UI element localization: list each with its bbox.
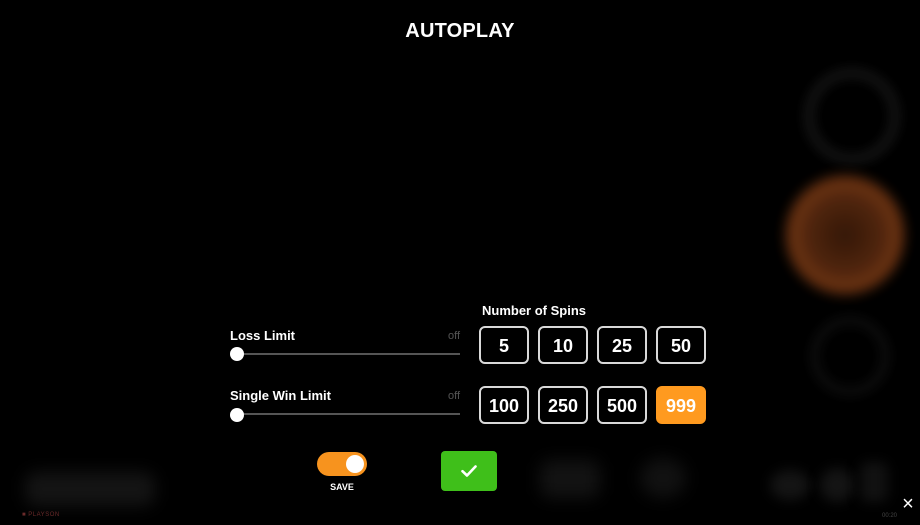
game-clock: 00:20 — [882, 513, 898, 519]
spins-option-500[interactable]: 500 — [597, 386, 647, 424]
blurred-settings-button — [806, 70, 898, 162]
save-toggle[interactable] — [317, 452, 367, 476]
blurred-home-button — [860, 462, 888, 502]
loss-limit-handle[interactable] — [230, 347, 244, 361]
single-win-limit-handle[interactable] — [230, 408, 244, 422]
save-toggle-knob — [346, 455, 364, 473]
blurred-autoplay-button — [812, 318, 888, 394]
blurred-bet-panel — [540, 460, 600, 498]
single-win-limit-value: off — [447, 390, 460, 402]
page-title: AUTOPLAY — [405, 20, 515, 42]
provider-logo: ■ PLAYSON — [22, 512, 60, 518]
blurred-info-button — [640, 458, 686, 498]
spins-option-5[interactable]: 5 — [479, 326, 529, 364]
close-icon[interactable]: × — [898, 494, 918, 514]
spins-option-100[interactable]: 100 — [479, 386, 529, 424]
number-of-spins-label: Number of Spins — [482, 303, 587, 318]
single-win-limit-slider[interactable]: Single Win Limit off — [230, 388, 460, 424]
spins-option-10[interactable]: 10 — [538, 326, 588, 364]
blurred-balance-panel — [25, 472, 155, 506]
blurred-game-background — [0, 0, 920, 525]
blurred-sound-button — [770, 470, 810, 500]
save-label: SAVE — [330, 482, 354, 492]
blurred-spin-button — [785, 175, 905, 295]
loss-limit-slider[interactable]: Loss Limit off — [230, 328, 460, 361]
confirm-button[interactable] — [441, 451, 497, 491]
check-icon — [461, 465, 477, 477]
spins-option-250[interactable]: 250 — [538, 386, 588, 424]
spins-option-25[interactable]: 25 — [597, 326, 647, 364]
blurred-menu-button — [820, 468, 854, 502]
single-win-limit-track[interactable] — [236, 413, 460, 415]
loss-limit-label: Loss Limit — [230, 328, 296, 343]
loss-limit-track[interactable] — [236, 353, 460, 355]
spins-option-999[interactable]: 999 — [656, 386, 706, 424]
loss-limit-value: off — [447, 330, 460, 342]
spins-option-50[interactable]: 50 — [656, 326, 706, 364]
single-win-limit-label: Single Win Limit — [230, 388, 331, 403]
